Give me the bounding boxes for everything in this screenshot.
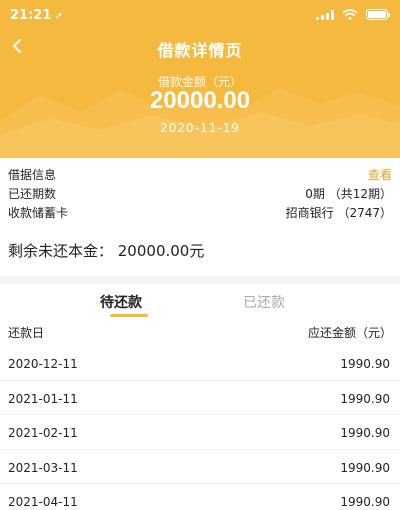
table-row: 2021-02-11 1990.90 [0,415,400,450]
wifi-icon [342,9,358,20]
row-amount: 1990.90 [340,495,390,509]
location-arrow-icon: ➚ [54,11,63,22]
row-amount: 1990.90 [340,357,390,371]
status-time: 21:21 ➚ [10,8,63,23]
card-label: 收款储蓄卡 [8,206,69,220]
table-row: 2020-12-11 1990.90 [0,346,400,381]
tab-pending[interactable]: 待还款 [100,292,142,312]
info-row-receipt: 借据信息 查看 [0,165,400,184]
periods-label: 已还期数 [8,187,57,201]
tab-repaid[interactable]: 已还款 [243,292,285,312]
row-amount: 1990.90 [340,426,390,440]
active-tab-indicator [110,314,148,317]
info-row-card: 收款储蓄卡 招商银行 （2747） [0,203,400,222]
schedule-header: 还款日 应还金额（元） [0,322,400,342]
loan-info-section: 借据信息 查看 已还期数 0期 （共12期） 收款储蓄卡 招商银行 （2747） [0,165,400,222]
card-value: 招商银行 （2747） [285,206,392,220]
schedule-list: 2020-12-11 1990.90 2021-01-11 1990.90 20… [0,346,400,510]
row-amount: 1990.90 [340,460,390,475]
table-row: 2021-01-11 1990.90 [0,381,400,415]
remaining-principal: 剩余未还本金： 20000.00元 [8,242,205,260]
loan-date: 2020-11-19 [160,121,240,135]
table-row: 2021-04-11 1990.90 [0,484,400,510]
loan-amount-value: 20000.00 [149,87,251,114]
nav-bar: 借款详情页 [0,30,400,64]
row-date: 2021-03-11 [8,460,78,475]
status-indicators [316,9,390,20]
header-banner: 21:21 ➚ 借款详情页 借款金额（元） 20000.00 2020-11-19 [0,0,400,158]
info-row-periods: 已还期数 0期 （共12期） [0,184,400,203]
page-title: 借款详情页 [157,41,243,60]
row-amount: 1990.90 [340,391,390,406]
battery-icon [366,9,390,20]
receipt-label: 借据信息 [8,168,57,182]
status-bar: 21:21 ➚ [0,0,400,30]
column-header-date: 还款日 [8,326,45,340]
table-row: 2021-03-11 1990.90 [0,450,400,484]
row-date: 2020-12-11 [8,357,78,371]
section-divider [0,276,400,284]
repayment-tabs: 待还款 已还款 [0,284,400,320]
view-receipt-link[interactable]: 查看 [368,166,392,183]
row-date: 2021-04-11 [8,495,78,509]
signal-icon [316,9,334,20]
row-date: 2021-01-11 [8,391,78,406]
column-header-amount: 应还金额（元） [307,326,392,340]
row-date: 2021-02-11 [8,426,78,440]
periods-value: 0期 （共12期） [305,187,392,201]
